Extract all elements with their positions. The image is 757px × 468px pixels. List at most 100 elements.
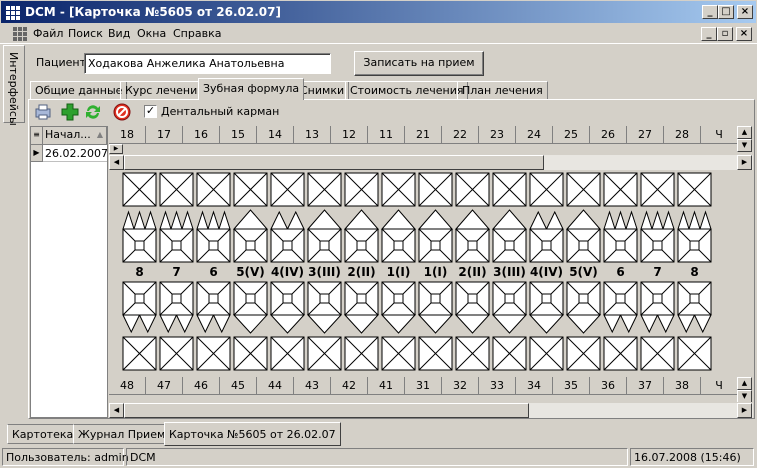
upper-root[interactable] bbox=[677, 210, 712, 230]
upper-crown-cell[interactable] bbox=[418, 172, 453, 207]
tooth-number-cell[interactable]: 13 bbox=[294, 126, 331, 144]
upper-crown-cell[interactable] bbox=[677, 172, 712, 207]
menu-search[interactable]: Поиск bbox=[68, 27, 103, 40]
upper-v-scroll[interactable]: ▲ ▼ bbox=[737, 126, 752, 154]
upper-crown-cell[interactable] bbox=[529, 172, 564, 207]
upper-root[interactable] bbox=[232, 209, 269, 230]
lower-root[interactable] bbox=[677, 314, 712, 334]
lower-tooth-surfaces[interactable] bbox=[455, 281, 490, 316]
tooth-number-cell[interactable]: 31 bbox=[405, 377, 442, 395]
upper-root[interactable] bbox=[122, 210, 157, 230]
menu-view[interactable]: Вид bbox=[108, 27, 130, 40]
lower-crown-cell[interactable] bbox=[270, 336, 305, 371]
lower-crown-cell[interactable] bbox=[196, 336, 231, 371]
tooth-number-cell[interactable]: 24 bbox=[516, 126, 553, 144]
scroll-down-icon[interactable]: ▼ bbox=[737, 139, 752, 152]
print-icon[interactable] bbox=[33, 102, 53, 122]
tooth-number-cell[interactable]: 32 bbox=[442, 377, 479, 395]
scroll-left-icon[interactable]: ◀ bbox=[109, 403, 124, 418]
appointment-button[interactable]: Записать на прием bbox=[354, 51, 484, 76]
tooth-number-cell[interactable]: 41 bbox=[368, 377, 405, 395]
maximize-button[interactable]: □ bbox=[718, 5, 734, 19]
lower-root[interactable] bbox=[343, 314, 380, 334]
add-icon[interactable] bbox=[60, 102, 80, 122]
lower-tooth-surfaces[interactable] bbox=[233, 281, 268, 316]
lower-tooth-surfaces[interactable] bbox=[640, 281, 675, 316]
scroll-right-icon[interactable]: ▶ bbox=[737, 403, 752, 418]
upper-crown-cell[interactable] bbox=[233, 172, 268, 207]
lower-root[interactable] bbox=[491, 314, 528, 334]
upper-root[interactable] bbox=[159, 210, 194, 230]
tooth-number-cell[interactable]: 44 bbox=[257, 377, 294, 395]
lower-crown-cell[interactable] bbox=[307, 336, 342, 371]
grid-row-date[interactable]: 26.02.2007 bbox=[43, 145, 108, 162]
scroll-thumb[interactable] bbox=[124, 155, 544, 170]
patient-name-field[interactable]: Ходакова Анжелика Анатольевна bbox=[84, 53, 331, 74]
lower-tooth-surfaces[interactable] bbox=[677, 281, 712, 316]
child-close-button[interactable]: × bbox=[736, 27, 752, 41]
upper-tooth-surfaces[interactable] bbox=[307, 228, 342, 263]
row-expand-icon[interactable]: ▶ bbox=[109, 144, 123, 154]
dental-pocket-label[interactable]: Дентальный карман bbox=[161, 105, 279, 118]
delete-icon[interactable] bbox=[112, 102, 132, 122]
upper-crown-cell[interactable] bbox=[307, 172, 342, 207]
lower-crown-cell[interactable] bbox=[418, 336, 453, 371]
lower-crown-cell[interactable] bbox=[344, 336, 379, 371]
tooth-number-cell[interactable]: Ч bbox=[701, 377, 738, 395]
tooth-number-cell[interactable]: 38 bbox=[664, 377, 701, 395]
upper-crown-cell[interactable] bbox=[344, 172, 379, 207]
upper-tooth-surfaces[interactable] bbox=[418, 228, 453, 263]
lower-crown-cell[interactable] bbox=[159, 336, 194, 371]
tooth-number-cell[interactable]: 43 bbox=[294, 377, 331, 395]
lower-tooth-surfaces[interactable] bbox=[196, 281, 231, 316]
scroll-up-icon[interactable]: ▲ bbox=[737, 377, 752, 390]
tab-dental-formula[interactable]: Зубная формула bbox=[198, 78, 305, 100]
tooth-number-cell[interactable]: 18 bbox=[109, 126, 146, 144]
scroll-thumb[interactable] bbox=[124, 403, 529, 418]
child-restore-button[interactable]: ▫ bbox=[717, 27, 733, 41]
lower-crown-cell[interactable] bbox=[603, 336, 638, 371]
menu-file[interactable]: Файл bbox=[33, 27, 63, 40]
tooth-number-cell[interactable]: 12 bbox=[331, 126, 368, 144]
lower-tooth-surfaces[interactable] bbox=[307, 281, 342, 316]
refresh-icon[interactable] bbox=[83, 102, 103, 122]
tooth-number-cell[interactable]: 33 bbox=[479, 377, 516, 395]
upper-root[interactable] bbox=[270, 210, 305, 230]
lower-tooth-surfaces[interactable] bbox=[159, 281, 194, 316]
tooth-number-cell[interactable]: 11 bbox=[368, 126, 405, 144]
upper-tooth-surfaces[interactable] bbox=[159, 228, 194, 263]
upper-tooth-surfaces[interactable] bbox=[270, 228, 305, 263]
lower-tooth-surfaces[interactable] bbox=[344, 281, 379, 316]
tooth-number-cell[interactable]: 45 bbox=[220, 377, 257, 395]
lower-root[interactable] bbox=[380, 314, 417, 334]
upper-tooth-surfaces[interactable] bbox=[529, 228, 564, 263]
lower-h-scrollbar[interactable]: ◀ ▶ bbox=[109, 402, 753, 418]
upper-tooth-surfaces[interactable] bbox=[344, 228, 379, 263]
upper-tooth-surfaces[interactable] bbox=[492, 228, 527, 263]
upper-crown-cell[interactable] bbox=[122, 172, 157, 207]
upper-tooth-surfaces[interactable] bbox=[640, 228, 675, 263]
upper-root[interactable] bbox=[491, 209, 528, 230]
upper-tooth-surfaces[interactable] bbox=[455, 228, 490, 263]
tooth-number-cell[interactable]: Ч bbox=[701, 126, 738, 144]
upper-crown-cell[interactable] bbox=[603, 172, 638, 207]
lower-root[interactable] bbox=[269, 314, 306, 334]
tooth-number-cell[interactable]: 22 bbox=[442, 126, 479, 144]
lower-tooth-surfaces[interactable] bbox=[603, 281, 638, 316]
tooth-number-cell[interactable]: 14 bbox=[257, 126, 294, 144]
tab-treatment-course[interactable]: Курс лечения bbox=[120, 81, 209, 99]
lower-crown-cell[interactable] bbox=[677, 336, 712, 371]
tab-treatment-cost[interactable]: Стоимость лечения bbox=[345, 81, 469, 99]
upper-crown-cell[interactable] bbox=[640, 172, 675, 207]
upper-root[interactable] bbox=[529, 210, 564, 230]
grid-corner[interactable]: ≡ bbox=[31, 127, 43, 145]
lower-crown-cell[interactable] bbox=[122, 336, 157, 371]
upper-crown-cell[interactable] bbox=[159, 172, 194, 207]
tooth-number-cell[interactable]: 21 bbox=[405, 126, 442, 144]
upper-crown-cell[interactable] bbox=[492, 172, 527, 207]
upper-crown-cell[interactable] bbox=[455, 172, 490, 207]
bottom-tab-card[interactable]: Карточка №5605 от 26.02.07 bbox=[164, 422, 341, 446]
menu-help[interactable]: Справка bbox=[173, 27, 221, 40]
tooth-number-cell[interactable]: 42 bbox=[331, 377, 368, 395]
tooth-number-cell[interactable]: 37 bbox=[627, 377, 664, 395]
